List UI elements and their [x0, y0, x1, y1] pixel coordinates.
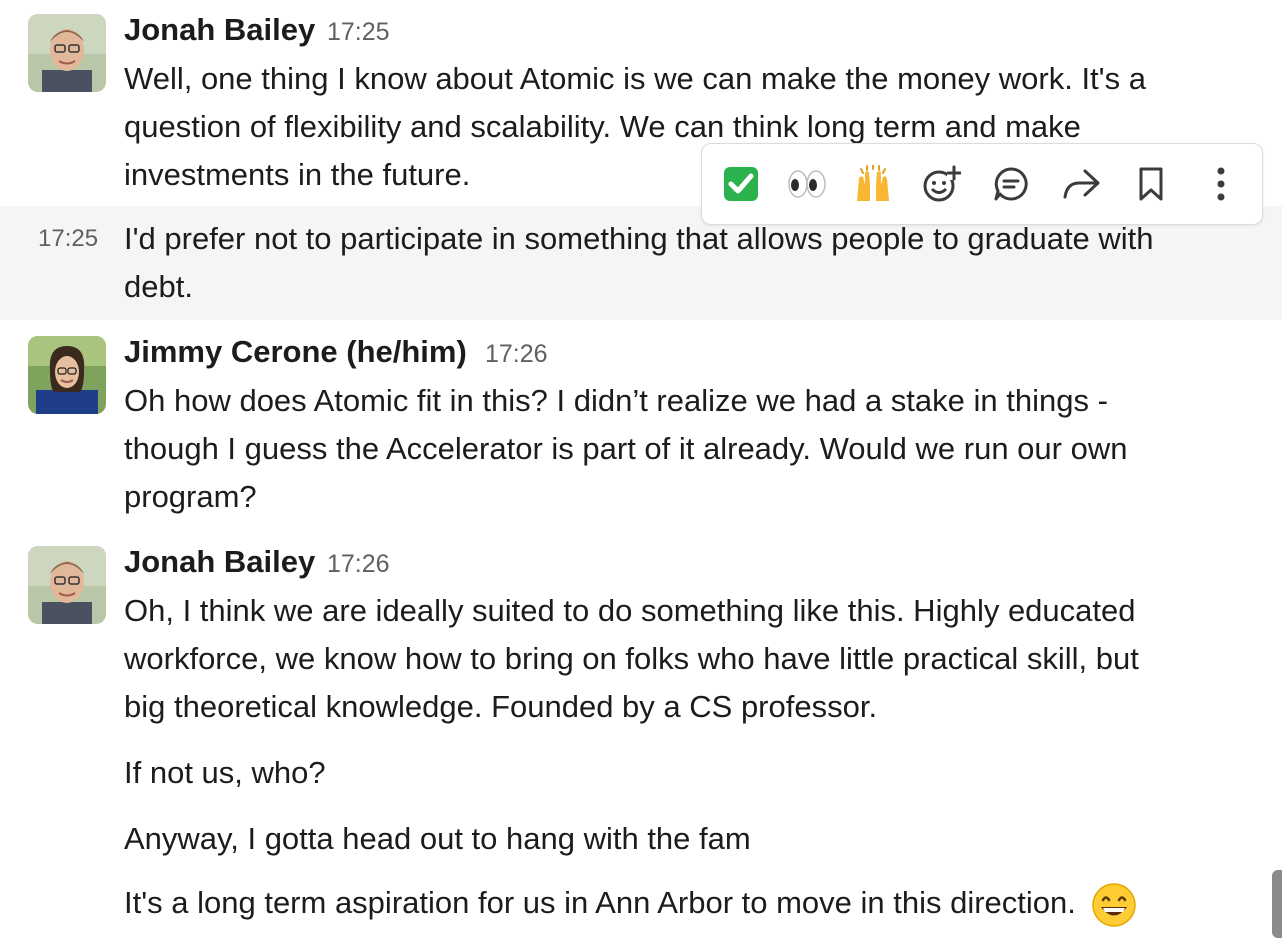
message-text-line: big theoretical knowledge. Founded by a … [124, 689, 878, 724]
avatar-jonah-bailey[interactable] [28, 14, 106, 92]
scrollbar-thumb[interactable] [1272, 870, 1282, 938]
message-text-line: workforce, we know how to bring on folks… [124, 641, 1139, 676]
add-reaction-icon [923, 165, 961, 202]
reply-in-thread-button[interactable] [984, 158, 1038, 210]
author-name[interactable]: Jimmy Cerone (he/him) [124, 334, 467, 370]
followup-message-text: Anyway, I gotta head out to hang with th… [124, 821, 751, 856]
message-timestamp[interactable]: 17:25 [327, 14, 390, 50]
grinning-smile-emoji [1091, 883, 1136, 927]
react-check-mark-button[interactable] [714, 158, 768, 210]
bookmark-icon [1139, 167, 1163, 201]
more-actions-icon [1217, 167, 1225, 201]
raised-hands-emoji [857, 165, 889, 201]
message-text-line: program? [124, 479, 257, 514]
more-actions-button[interactable] [1194, 158, 1248, 210]
followup-message-text: If not us, who? [124, 755, 326, 790]
message-text-line: though I guess the Accelerator is part o… [124, 431, 1128, 466]
author-name[interactable]: Jonah Bailey [124, 544, 315, 580]
message-text-line: Oh how does Atomic fit in this? I didn’t… [124, 383, 1108, 418]
avatar-jimmy-cerone[interactable] [28, 336, 106, 414]
message-timestamp[interactable]: 17:26 [485, 336, 548, 372]
add-reaction-button[interactable] [914, 158, 968, 210]
followup-message-line: It's a long term aspiration for us in An… [124, 879, 1137, 928]
hover-timestamp[interactable]: 17:25 [38, 215, 98, 263]
save-for-later-button[interactable] [1124, 158, 1178, 210]
message-text-line: debt. [124, 269, 193, 304]
message-timestamp[interactable]: 17:26 [327, 546, 390, 582]
eyes-emoji [788, 170, 826, 198]
message-text-line: investments in the future. [124, 157, 471, 192]
message-text-line: Oh, I think we are ideally suited to do … [124, 593, 1136, 628]
react-eyes-button[interactable] [780, 158, 834, 210]
message-text-line: Well, one thing I know about Atomic is w… [124, 61, 1146, 96]
reply-in-thread-icon [994, 167, 1028, 201]
white-check-mark-emoji [724, 167, 758, 201]
followup-message-text: It's a long term aspiration for us in An… [124, 885, 1076, 920]
avatar-jonah-bailey[interactable] [28, 546, 106, 624]
forward-message-button[interactable] [1054, 158, 1108, 210]
author-name[interactable]: Jonah Bailey [124, 12, 315, 48]
message-actions-toolbar [701, 143, 1263, 225]
react-raised-hands-button[interactable] [846, 158, 900, 210]
forward-icon [1063, 169, 1100, 199]
